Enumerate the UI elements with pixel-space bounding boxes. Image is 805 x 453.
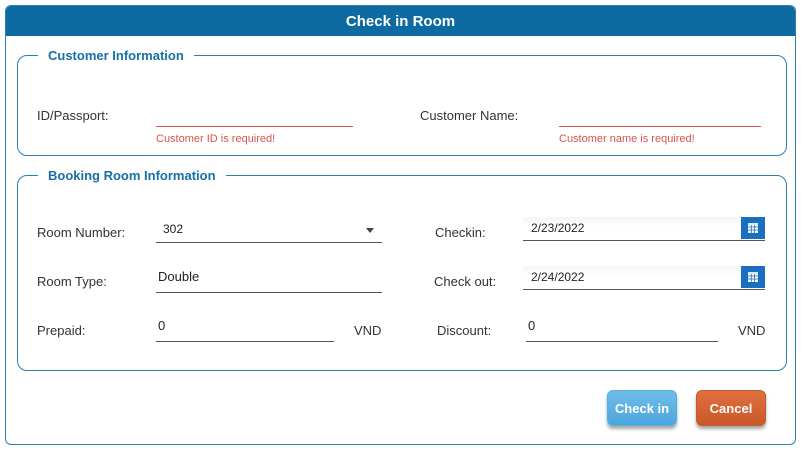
id-passport-input[interactable] [156, 106, 353, 127]
discount-input[interactable]: 0 [526, 316, 718, 342]
cancel-button[interactable]: Cancel [696, 390, 766, 426]
checkout-date-value: 2/24/2022 [531, 270, 585, 284]
discount-label: Discount: [437, 323, 492, 338]
booking-info-legend: Booking Room Information [48, 168, 216, 183]
room-type-field: Double [156, 266, 382, 293]
customer-name-error: Customer name is required! [559, 133, 695, 145]
room-type-label: Room Type: [37, 274, 107, 289]
id-passport-label: ID/Passport: [37, 108, 109, 123]
calendar-icon[interactable] [741, 217, 765, 239]
id-passport-error: Customer ID is required! [156, 133, 276, 145]
room-number-select[interactable]: 302 [156, 218, 382, 243]
room-number-value: 302 [163, 222, 184, 236]
prepaid-value: 0 [158, 318, 166, 333]
discount-value: 0 [528, 318, 536, 333]
prepaid-label: Prepaid: [37, 323, 86, 338]
checkin-label: Checkin: [435, 225, 486, 240]
check-in-dialog: Check in Room Customer Information ID/Pa… [5, 5, 796, 445]
customer-info-legend: Customer Information [48, 48, 184, 63]
checkin-date-picker[interactable]: 2/23/2022 [523, 217, 765, 241]
prepaid-input[interactable]: 0 [156, 316, 334, 342]
check-in-button[interactable]: Check in [607, 390, 677, 426]
dialog-title: Check in Room [6, 6, 795, 36]
calendar-icon[interactable] [741, 266, 765, 288]
checkout-date-picker[interactable]: 2/24/2022 [523, 266, 765, 290]
checkout-label: Check out: [434, 274, 497, 289]
checkin-date-value: 2/23/2022 [531, 221, 585, 235]
room-type-value: Double [158, 269, 200, 284]
customer-name-input[interactable] [559, 106, 761, 127]
discount-unit: VND [738, 323, 766, 338]
prepaid-unit: VND [354, 323, 382, 338]
chevron-down-icon[interactable] [366, 228, 374, 233]
customer-name-label: Customer Name: [420, 108, 519, 123]
room-number-label: Room Number: [37, 225, 126, 240]
